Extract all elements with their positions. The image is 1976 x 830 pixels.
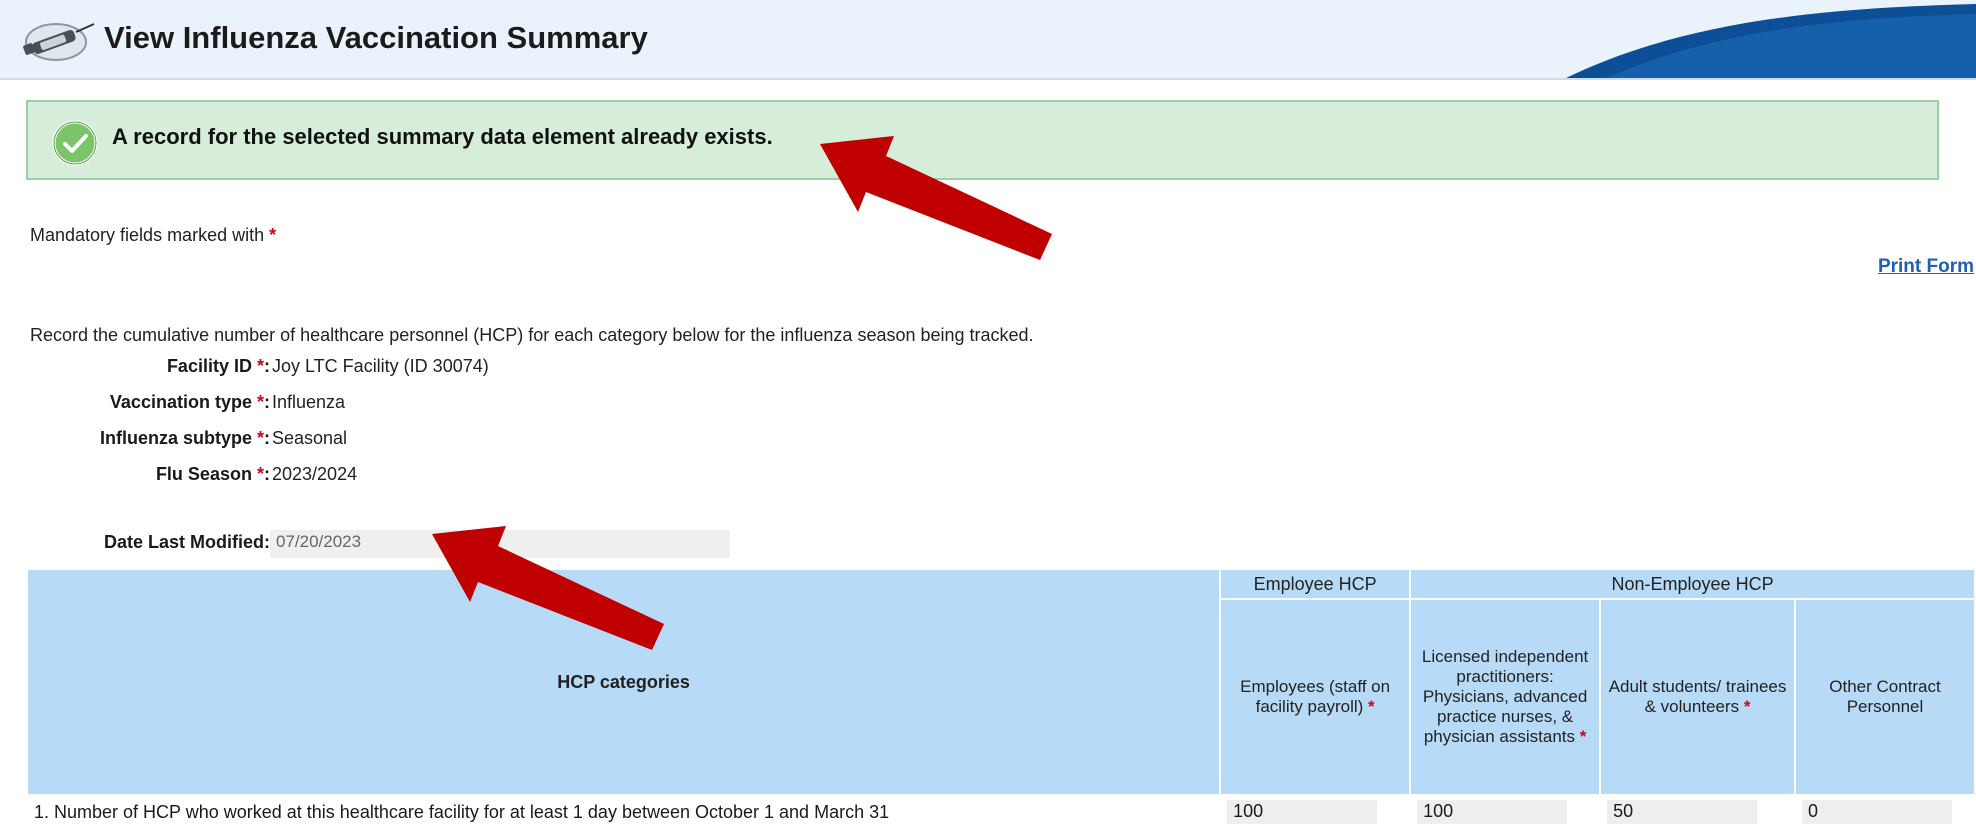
cell-employees: 100 — [1219, 794, 1412, 830]
col-students-label: Adult students/ trainees & volunteers — [1608, 677, 1787, 716]
required-marker: * — [1579, 727, 1587, 746]
cell-students: 50 — [1599, 794, 1796, 830]
field-value: Seasonal — [272, 428, 348, 448]
field-value: 2023/2024 — [272, 464, 358, 484]
field-value: Influenza — [272, 392, 346, 412]
table-row: 1. Number of HCP who worked at this heal… — [25, 794, 1976, 830]
header-swoosh-decoration — [1566, 4, 1976, 78]
field-facility-id: Facility ID *: Joy LTC Facility (ID 3007… — [166, 356, 489, 376]
field-value: Joy LTC Facility (ID 30074) — [272, 356, 489, 376]
field-flu-season: Flu Season *: 2023/2024 — [155, 464, 358, 484]
field-label: Vaccination type — [109, 392, 252, 412]
mandatory-note: Mandatory fields marked with * — [30, 225, 276, 246]
field-influenza-subtype: Influenza subtype *: Seasonal — [99, 428, 348, 448]
field-vaccination-type: Vaccination type *: Influenza — [109, 392, 346, 412]
mandatory-note-text: Mandatory fields marked with — [30, 225, 265, 245]
page-title: View Influenza Vaccination Summary — [104, 20, 648, 55]
field-label: Influenza subtype — [99, 428, 252, 448]
non-employee-hcp-group-header: Non-Employee HCP — [1409, 568, 1976, 600]
col-employees-header: Employees (staff on facility payroll) * — [1219, 598, 1412, 796]
print-form-link[interactable]: Print Form — [1878, 256, 1974, 278]
alert-message: A record for the selected summary data e… — [112, 124, 773, 149]
col-students-header: Adult students/ trainees & volunteers * — [1599, 598, 1796, 796]
licensed-value: 100 — [1417, 800, 1568, 824]
employee-hcp-group-header: Employee HCP — [1219, 568, 1412, 600]
syringe-icon — [23, 23, 95, 61]
required-marker: * — [1743, 697, 1751, 716]
page-header: View Influenza Vaccination Summary — [0, 0, 1976, 80]
cell-other: 0 — [1794, 794, 1976, 830]
date-modified-label: Date Last Modified: — [103, 532, 270, 552]
required-marker: * — [256, 428, 264, 448]
hcp-table: HCP categories Employee HCP Non-Employee… — [25, 568, 1976, 830]
required-marker: * — [1368, 697, 1375, 716]
required-marker: * — [256, 464, 264, 484]
instructions-text: Record the cumulative number of healthca… — [30, 325, 1034, 345]
required-marker: * — [269, 225, 277, 245]
col-licensed-header: Licensed independent practitioners: Phys… — [1409, 598, 1602, 796]
cell-licensed: 100 — [1409, 794, 1602, 830]
check-circle-icon — [52, 120, 98, 166]
field-label: Facility ID — [166, 356, 252, 376]
students-value: 50 — [1607, 800, 1758, 824]
col-licensed-label: Licensed independent practitioners: Phys… — [1421, 647, 1589, 746]
employees-value: 100 — [1227, 800, 1378, 824]
col-other-header: Other Contract Personnel — [1794, 598, 1976, 796]
field-label: Flu Season — [155, 464, 252, 484]
annotation-arrow-icon — [432, 526, 664, 650]
row-label: 1. Number of HCP who worked at this heal… — [25, 794, 1222, 830]
other-value: 0 — [1802, 800, 1952, 824]
required-marker: * — [256, 356, 264, 376]
required-marker: * — [256, 392, 264, 412]
date-last-modified-row: Date Last Modified: 07/20/2023 — [0, 530, 1976, 560]
annotation-arrow-icon — [820, 136, 1052, 260]
